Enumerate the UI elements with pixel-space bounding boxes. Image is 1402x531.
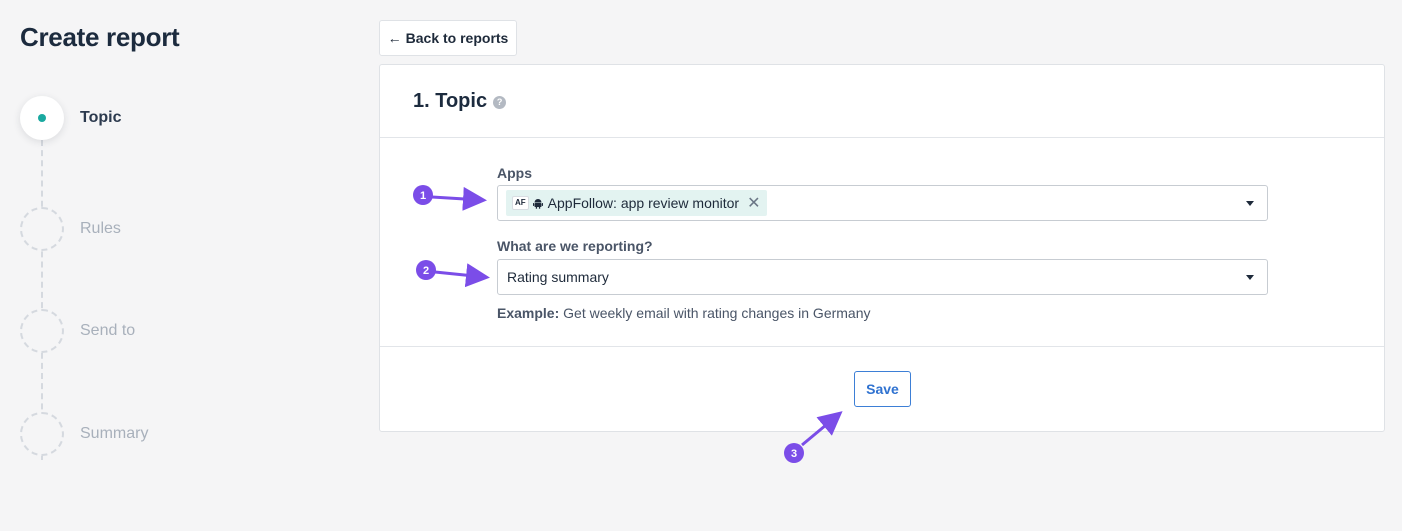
help-icon[interactable]: ? [493, 95, 507, 109]
step-rules[interactable]: Rules [20, 207, 320, 251]
step-label: Summary [80, 425, 149, 442]
topic-card: 1. Topic ? Apps AF AppFollow: app review [379, 64, 1385, 432]
remove-chip-icon[interactable]: ✕ [747, 193, 760, 213]
step-topic[interactable]: Topic [20, 96, 320, 140]
app-chip: AF AppFollow: app review monitor ✕ [506, 190, 767, 216]
apps-label: Apps [497, 165, 532, 181]
app-chip-name: AppFollow: app review monitor [547, 195, 740, 211]
card-title: 1. Topic [413, 89, 488, 112]
step-summary[interactable]: Summary [20, 412, 320, 456]
apps-select[interactable]: AF AppFollow: app review monitor ✕ [497, 185, 1268, 221]
step-indicator [20, 412, 64, 456]
reporting-select[interactable]: Rating summary [497, 259, 1268, 295]
step-send-to[interactable]: Send to [20, 309, 320, 353]
annotation-badge [784, 443, 804, 463]
step-label: Send to [80, 322, 136, 339]
save-button[interactable]: Save [854, 371, 911, 407]
annotation-number: 3 [791, 448, 797, 460]
dropdown-caret-icon [1246, 201, 1254, 206]
step-label: Rules [80, 220, 121, 237]
android-icon [532, 198, 543, 209]
step-indicator [20, 309, 64, 353]
example-text: Get weekly email with rating changes in … [563, 305, 871, 321]
card-footer: Save [380, 347, 1384, 431]
back-button-label: Back to reports [405, 30, 509, 46]
card-body: Apps AF AppFollow: app review monitor ✕ [380, 138, 1384, 347]
step-list: Topic Rules Send to Summary [20, 96, 320, 476]
example-hint: Example: Get weekly email with rating ch… [497, 305, 871, 321]
dropdown-caret-icon [1246, 275, 1254, 280]
step-label: Topic [80, 109, 122, 126]
reporting-value: Rating summary [507, 269, 609, 285]
card-header: 1. Topic ? [380, 65, 1384, 138]
arrow-left-icon: ← [387, 30, 402, 46]
example-prefix: Example: [497, 305, 560, 321]
step-indicator [20, 207, 64, 251]
back-to-reports-button[interactable]: ← Back to reports [379, 20, 517, 56]
step-indicator-active [20, 96, 64, 140]
reporting-label: What are we reporting? [497, 238, 653, 254]
appfollow-logo-icon: AF [512, 196, 529, 210]
page-title: Create report [20, 22, 180, 52]
